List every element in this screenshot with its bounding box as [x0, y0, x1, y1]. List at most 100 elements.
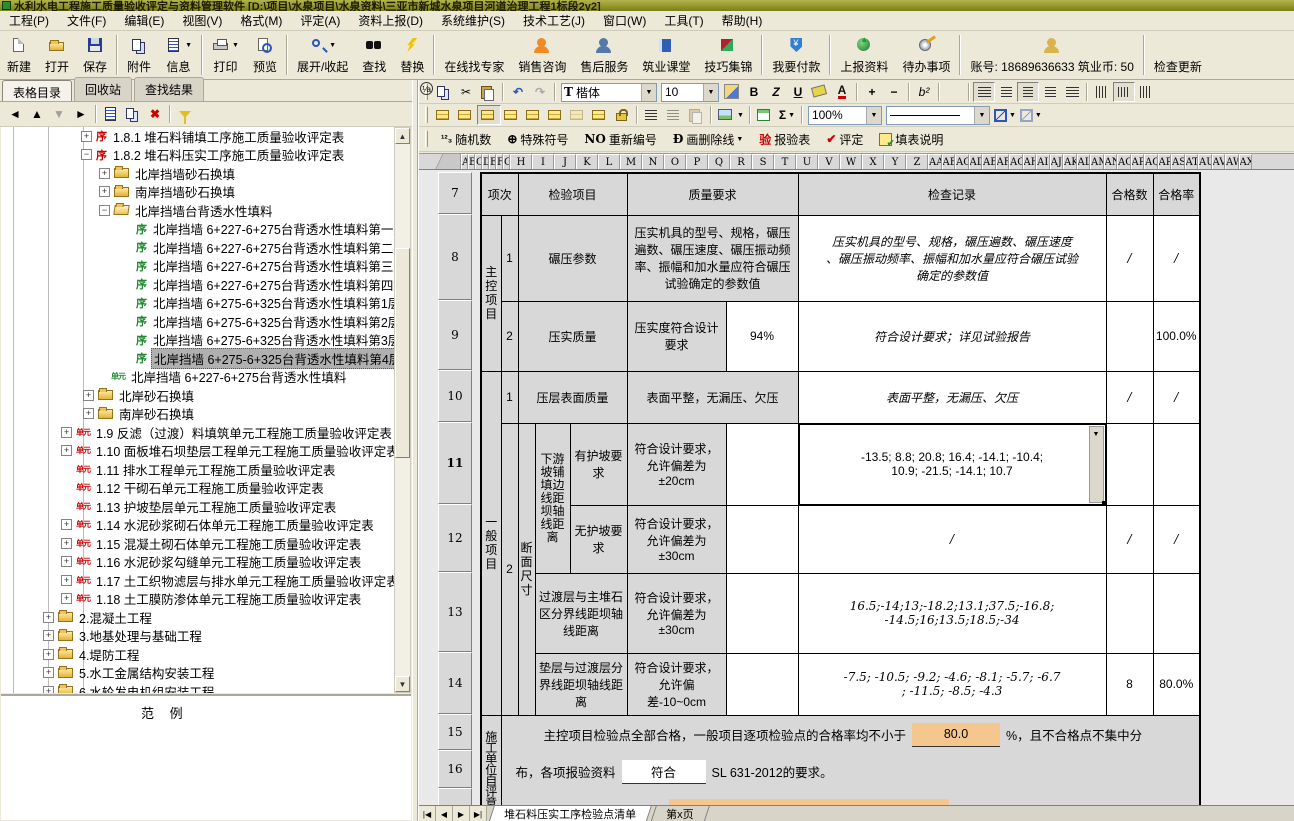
font-style-button[interactable]: [721, 82, 743, 102]
column-header-K[interactable]: K: [576, 154, 598, 169]
tab-表格目录[interactable]: 表格目录: [2, 80, 72, 101]
table-cell[interactable]: 压实质量: [518, 301, 627, 371]
scroll-down-button[interactable]: ▼: [395, 676, 410, 692]
align-distribute-button[interactable]: [1061, 82, 1083, 102]
menu-item[interactable]: 帮助(H): [713, 10, 772, 31]
column-header-H[interactable]: H: [510, 154, 532, 169]
tree-item[interactable]: 序北岸挡墙 6+227-6+275台背透水性填料第二层: [1, 238, 394, 257]
underline-button[interactable]: U: [787, 82, 809, 102]
tree-item[interactable]: 序北岸挡墙 6+227-6+275台背透水性填料第四层: [1, 275, 394, 294]
table-cell[interactable]: 主控项目检验点全部合格，一般项目逐项检验点的合格率均不小于80.0%，且不合格点…: [501, 715, 1200, 805]
replace-button[interactable]: 替换: [393, 31, 431, 79]
print-button[interactable]: ▼打印: [205, 31, 246, 79]
tree-item[interactable]: 单元1.13 护坡垫层单元工程施工质量验收评定表: [1, 497, 394, 516]
nav-down-button[interactable]: ▼: [48, 104, 70, 124]
delete-row-button[interactable]: [523, 105, 545, 125]
expand-icon[interactable]: +: [61, 427, 72, 438]
todo-button[interactable]: 待办事项: [895, 31, 957, 79]
autonumber-button[interactable]: ⅟a: [943, 82, 965, 102]
table-cell[interactable]: [726, 573, 798, 653]
tree-item[interactable]: −序1.8.2 堆石料压实工序施工质量验收评定表: [1, 146, 394, 165]
column-header-AE[interactable]: AE: [982, 154, 996, 169]
table-cell[interactable]: 断面尺寸: [518, 423, 535, 715]
table-cell[interactable]: 符合设计要求，允许偏差为±30cm: [627, 505, 726, 573]
tree-item[interactable]: 序北岸挡墙 6+275-6+325台背透水性填料第3层: [1, 331, 394, 350]
expand-icon[interactable]: +: [61, 575, 72, 586]
tree-item[interactable]: +2.混凝土工程: [1, 608, 394, 627]
table-cell[interactable]: [726, 653, 798, 715]
nav-right-button[interactable]: ►: [70, 104, 92, 124]
table-cell[interactable]: /: [1106, 215, 1153, 301]
table-cell[interactable]: 1: [501, 371, 518, 423]
column-header-D[interactable]: D: [482, 154, 489, 169]
zhuye-class-button[interactable]: 筑业课堂: [635, 31, 697, 79]
delete-node-button[interactable]: ✖: [144, 104, 166, 124]
expand-icon[interactable]: +: [43, 612, 54, 623]
tree-item[interactable]: +单元1.15 混凝土砌石体单元工程施工质量验收评定表: [1, 534, 394, 553]
check-update-button[interactable]: 检查更新: [1147, 31, 1209, 79]
tree-item[interactable]: 序北岸挡墙 6+275-6+325台背透水性填料第4层: [1, 349, 394, 368]
table-cell[interactable]: 压实机具的型号、规格，碾压遍数、碾压速度、碾压振动频率、振幅和加水量应符合碾压试…: [627, 215, 798, 301]
table-cell[interactable]: 有护坡要求: [570, 423, 627, 505]
after-sales-button[interactable]: 售后服务: [573, 31, 635, 79]
tree-item[interactable]: 序北岸挡墙 6+227-6+275台背透水性填料第三层: [1, 257, 394, 276]
sales-button[interactable]: 销售咨询: [511, 31, 573, 79]
italic-button[interactable]: Z: [765, 82, 787, 102]
collapse-icon[interactable]: −: [81, 149, 92, 160]
table-cell[interactable]: /: [798, 505, 1106, 573]
vertical-center-button[interactable]: [1113, 82, 1135, 102]
tree-item[interactable]: 单元北岸挡墙 6+227-6+275台背透水性填料: [1, 368, 394, 387]
lock-cells-button[interactable]: [611, 105, 633, 125]
undo-button[interactable]: ↶: [507, 82, 529, 102]
column-header-P[interactable]: P: [686, 154, 708, 169]
table-cell[interactable]: 下游坡铺填边线距坝轴线距离: [535, 423, 570, 573]
table-cell[interactable]: 16.5;-14;13;-18.2;13.1;37.5;-16.8; -14.5…: [798, 573, 1106, 653]
menu-item[interactable]: 技术工艺(J): [514, 10, 594, 31]
expand-icon[interactable]: +: [61, 519, 72, 530]
assess-button[interactable]: ✔评定: [826, 131, 863, 148]
table-cell[interactable]: 100.0%: [1153, 301, 1200, 371]
tree-item[interactable]: +单元1.10 面板堆石坝垫层工程单元工程施工质量验收评定表: [1, 442, 394, 461]
menu-item[interactable]: 系统维护(S): [432, 10, 514, 31]
table-cell[interactable]: /: [1153, 505, 1200, 573]
scrollbar-thumb[interactable]: [395, 248, 410, 458]
scroll-up-button[interactable]: ▲: [395, 128, 410, 144]
column-header-AV[interactable]: AV: [1212, 154, 1226, 169]
toolbar-grip[interactable]: [425, 107, 428, 123]
renumber-button[interactable]: NO重新编号: [584, 131, 656, 148]
tree-item[interactable]: +单元1.16 水泥砂浆勾缝单元工程施工质量验收评定表: [1, 553, 394, 572]
align-center-button[interactable]: [1017, 82, 1039, 102]
line-style-select[interactable]: ▼: [886, 106, 990, 125]
attachment-button[interactable]: 附件: [120, 31, 158, 79]
table-cell[interactable]: 压实机具的型号、规格，碾压遍数、碾压速度 、碾压振动频率、振幅和加水量应符合碾压…: [798, 215, 1106, 301]
tab-next-button[interactable]: ▶: [453, 806, 470, 821]
tree-item[interactable]: +序1.8.1 堆石料铺填工序施工质量验收评定表: [1, 127, 394, 146]
align-right-button[interactable]: [1039, 82, 1061, 102]
table-cell[interactable]: 主控项目: [481, 215, 501, 371]
font-color-button[interactable]: A: [831, 82, 853, 102]
format-painter-button[interactable]: [685, 105, 707, 125]
tree-item[interactable]: 单元1.11 排水工程单元工程施工质量验收评定表: [1, 460, 394, 479]
table-cell[interactable]: [1106, 573, 1153, 653]
row-header-13[interactable]: 13: [438, 572, 472, 652]
sheet-tab[interactable]: 堆石料压实工序检验点清单: [488, 806, 652, 821]
value-box[interactable]: 符合: [622, 760, 706, 784]
column-header-AP[interactable]: AP: [1131, 154, 1145, 169]
table-cell[interactable]: [1106, 301, 1153, 371]
tree-item[interactable]: +南岸挡墙砂石换填: [1, 183, 394, 202]
row-header-10[interactable]: 10: [438, 370, 472, 422]
table-cell[interactable]: 8: [1106, 653, 1153, 715]
insert-image-button[interactable]: ▼: [715, 105, 746, 125]
insert-column-button[interactable]: [455, 105, 477, 125]
table-cell[interactable]: 94%: [726, 301, 798, 371]
vertical-text-button[interactable]: [1091, 82, 1113, 102]
chevron-down-icon[interactable]: ▼: [185, 42, 192, 49]
online-expert-button[interactable]: 在线找专家: [437, 31, 511, 79]
cut-button[interactable]: ✂: [455, 82, 477, 102]
copy-node-button[interactable]: [122, 104, 144, 124]
tree-item[interactable]: +南岸砂石换填: [1, 405, 394, 424]
table-cell[interactable]: 压层表面质量: [518, 371, 627, 423]
column-header-AB[interactable]: AB: [942, 154, 956, 169]
column-header-AM[interactable]: AM: [1090, 154, 1104, 169]
chevron-down-icon[interactable]: ▼: [329, 42, 336, 49]
